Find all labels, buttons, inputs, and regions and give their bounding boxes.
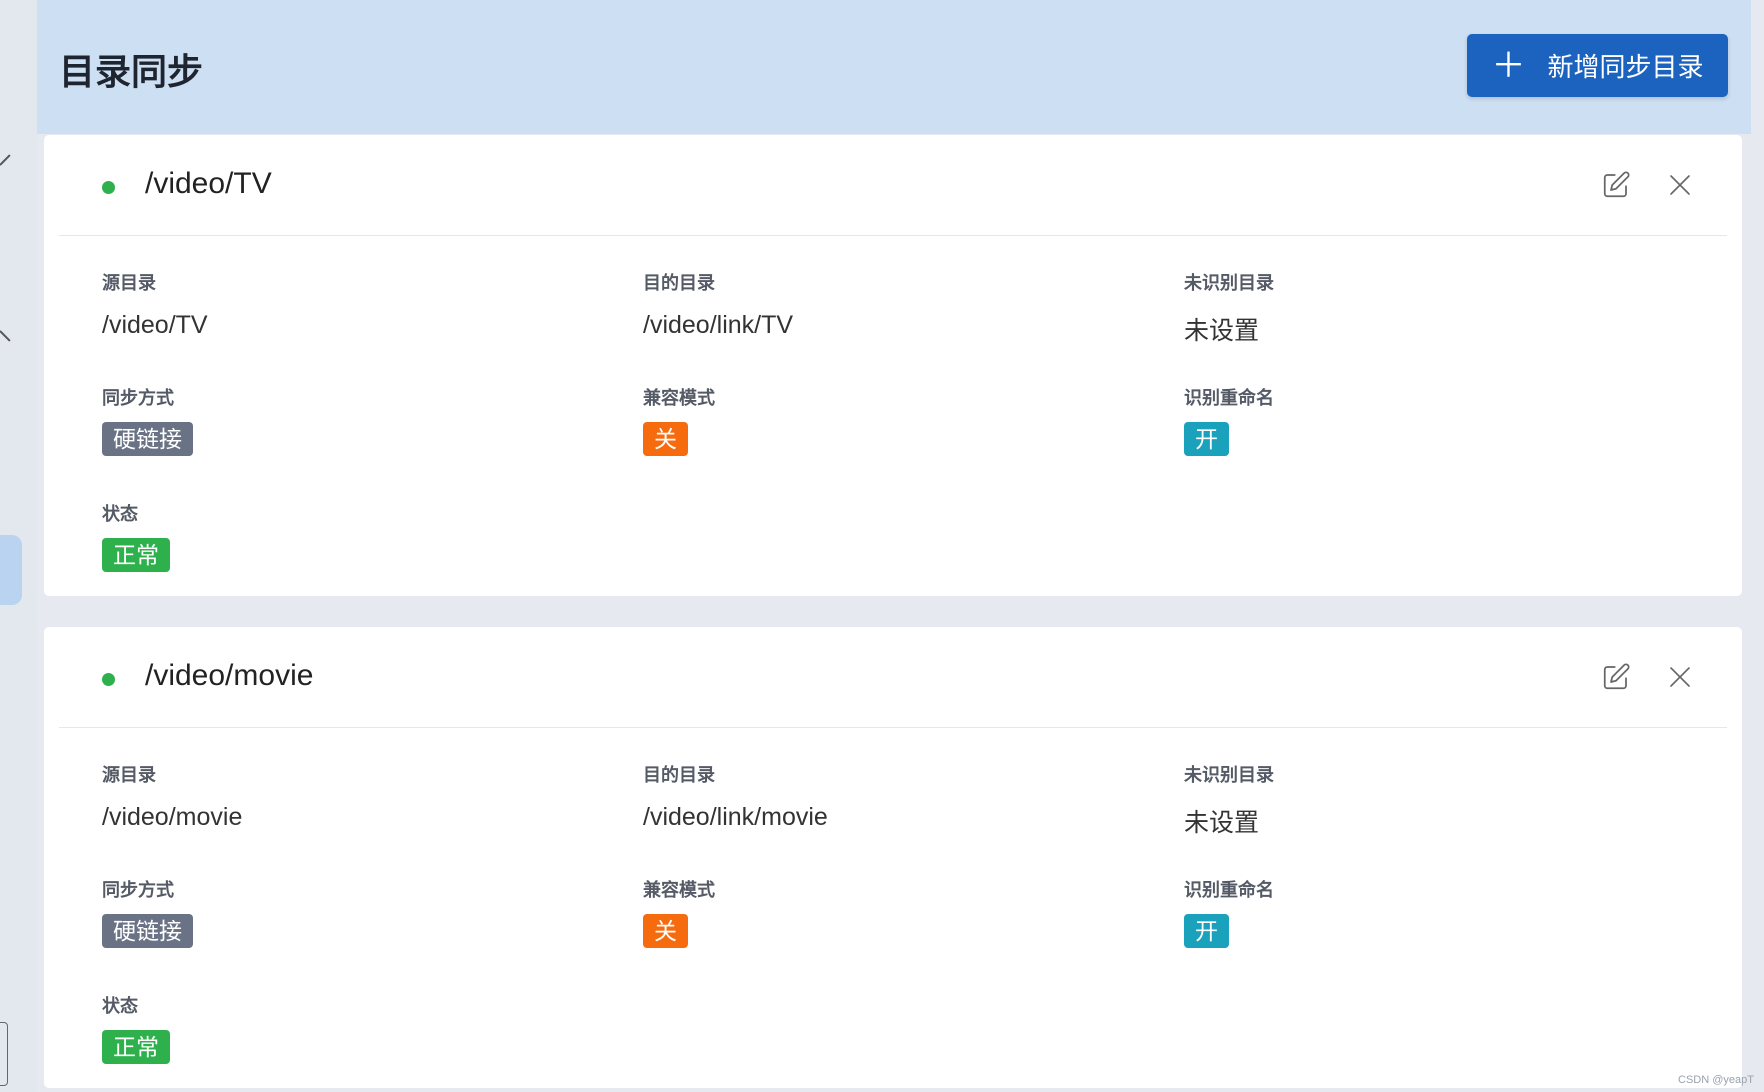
sidebar-active-indicator[interactable] xyxy=(0,535,22,605)
sync-mode-badge: 硬链接 xyxy=(102,422,193,456)
sync-directory-card: /video/movie 源目录 /video/movie 目的目录 /vide… xyxy=(44,627,1742,1088)
field-label: 识别重命名 xyxy=(1184,880,1274,900)
rename-field: 识别重命名 开 xyxy=(1184,876,1274,948)
destination-directory-field: 目的目录 /video/link/TV xyxy=(643,269,793,340)
field-label: 目的目录 xyxy=(643,765,715,785)
status-badge: 正常 xyxy=(102,1030,170,1064)
field-label: 源目录 xyxy=(102,273,156,293)
status-dot xyxy=(102,673,115,686)
rename-badge: 开 xyxy=(1184,914,1229,948)
field-label: 状态 xyxy=(102,996,138,1016)
field-label: 识别重命名 xyxy=(1184,388,1274,408)
field-value: 未设置 xyxy=(1184,809,1260,837)
field-label: 源目录 xyxy=(102,765,156,785)
field-label: 目的目录 xyxy=(643,273,715,293)
compat-mode-field: 兼容模式 关 xyxy=(643,384,715,456)
sync-mode-badge: 硬链接 xyxy=(102,914,193,948)
chevron-fragment-icon xyxy=(0,154,11,166)
watermark: CSDN @yeapT xyxy=(1678,1074,1754,1086)
edit-icon[interactable] xyxy=(1598,659,1634,695)
state-field: 状态 正常 xyxy=(102,500,170,572)
field-value: /video/link/TV xyxy=(643,311,794,339)
field-value: /video/TV xyxy=(102,311,208,339)
unrecognized-directory-field: 未识别目录 未设置 xyxy=(1184,761,1274,839)
left-sidebar-edge xyxy=(0,0,37,1092)
field-label: 兼容模式 xyxy=(643,388,715,408)
sync-mode-field: 同步方式 硬链接 xyxy=(102,876,193,948)
field-label: 同步方式 xyxy=(102,880,174,900)
field-label: 未识别目录 xyxy=(1184,765,1274,785)
close-icon[interactable] xyxy=(1662,659,1698,695)
card-title: /video/TV xyxy=(145,167,272,200)
add-button-label: 新增同步目录 xyxy=(1547,52,1704,82)
close-icon[interactable] xyxy=(1662,167,1698,203)
status-badge: 正常 xyxy=(102,538,170,572)
compat-mode-badge: 关 xyxy=(643,914,688,948)
field-value: /video/movie xyxy=(102,803,243,831)
field-label: 同步方式 xyxy=(102,388,174,408)
edit-icon[interactable] xyxy=(1598,167,1634,203)
compat-mode-badge: 关 xyxy=(643,422,688,456)
field-label: 未识别目录 xyxy=(1184,273,1274,293)
rename-badge: 开 xyxy=(1184,422,1229,456)
page-title: 目录同步 xyxy=(59,51,204,92)
field-value: /video/link/movie xyxy=(643,803,828,831)
sync-mode-field: 同步方式 硬链接 xyxy=(102,384,193,456)
card-header: /video/TV xyxy=(59,135,1727,236)
state-field: 状态 正常 xyxy=(102,992,170,1064)
field-label: 状态 xyxy=(102,504,138,524)
right-edge xyxy=(1751,0,1764,1092)
destination-directory-field: 目的目录 /video/link/movie xyxy=(643,761,828,832)
sync-directory-card: /video/TV 源目录 /video/TV 目的目录 /video/link… xyxy=(44,135,1742,596)
field-value: 未设置 xyxy=(1184,317,1260,345)
card-header: /video/movie xyxy=(59,627,1727,728)
chevron-fragment-icon xyxy=(0,330,11,342)
add-sync-directory-button[interactable]: ＋ 新增同步目录 xyxy=(1467,34,1728,97)
plus-icon: ＋ xyxy=(1491,46,1526,85)
sidebar-box-fragment xyxy=(0,1022,8,1086)
source-directory-field: 源目录 /video/movie xyxy=(102,761,242,832)
source-directory-field: 源目录 /video/TV xyxy=(102,269,208,340)
compat-mode-field: 兼容模式 关 xyxy=(643,876,715,948)
unrecognized-directory-field: 未识别目录 未设置 xyxy=(1184,269,1274,347)
rename-field: 识别重命名 开 xyxy=(1184,384,1274,456)
field-label: 兼容模式 xyxy=(643,880,715,900)
status-dot xyxy=(102,181,115,194)
card-title: /video/movie xyxy=(145,659,314,692)
page-header: 目录同步 ＋ 新增同步目录 xyxy=(37,0,1751,134)
